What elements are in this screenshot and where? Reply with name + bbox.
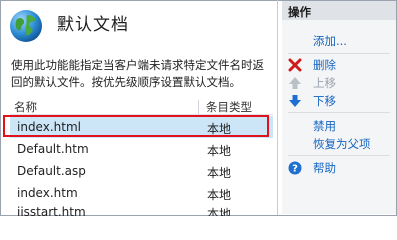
column-header-type[interactable]: 条目类型 [206,99,252,115]
panel-divider [277,0,278,215]
action-add[interactable]: 添加... [282,32,396,50]
action-disable[interactable]: 禁用 [282,117,396,135]
action-help[interactable]: ? 帮助 [282,159,396,177]
action-move-up-label: 上移 [313,76,336,90]
column-separator [198,100,199,114]
list-item[interactable]: Default.htm 本地 [10,138,273,160]
item-type: 本地 [207,207,232,216]
list-header: 名称 条目类型 [10,99,273,115]
action-move-up: 上移 [282,74,396,92]
move-up-icon [289,77,301,89]
action-revert-label[interactable]: 恢复为父项 [313,136,371,152]
column-header-name[interactable]: 名称 [14,99,37,115]
page-title: 默认文档 [57,15,129,35]
action-move-down-label[interactable]: 下移 [313,93,336,109]
action-disable-label[interactable]: 禁用 [313,118,336,134]
list-item[interactable]: iisstart.htm 本地 [10,204,273,216]
selection-highlight-box [3,115,269,137]
move-down-icon [289,95,301,107]
actions-separator [288,53,390,54]
action-remove[interactable]: 删除 [282,56,396,74]
item-type: 本地 [207,166,232,180]
delete-icon [288,58,302,72]
actions-separator [288,155,390,156]
item-name: index.htm [17,186,78,200]
page-description: 使用此功能能指定当客户端未请求特定文件名时返回的默认文件。按优先级顺序设置默认文… [11,58,264,89]
item-type: 本地 [207,188,232,202]
item-name: iisstart.htm [17,205,86,216]
list-item[interactable]: index.htm 本地 [10,182,273,204]
list-item[interactable]: Default.asp 本地 [10,160,273,182]
action-remove-label[interactable]: 删除 [313,57,336,73]
globe-icon [10,10,42,42]
actions-title: 操作 [282,1,396,20]
item-name: Default.htm [17,142,89,156]
svg-text:?: ? [292,164,298,175]
actions-separator [288,112,390,113]
action-add-label[interactable]: 添加... [313,33,347,49]
main-area: 默认文档 使用此功能能指定当客户端未请求特定文件名时返回的默认文件。按优先级顺序… [1,1,276,216]
help-icon: ? [288,161,302,175]
action-revert[interactable]: 恢复为父项 [282,135,396,153]
actions-pane: 操作 添加... 删除 上移 下移 禁用 恢复为父项 ? 帮助 [282,1,396,214]
item-name: Default.asp [17,164,86,178]
actions-title-label: 操作 [288,5,311,19]
action-help-label[interactable]: 帮助 [313,160,336,176]
action-move-down[interactable]: 下移 [282,92,396,110]
item-type: 本地 [207,144,232,158]
